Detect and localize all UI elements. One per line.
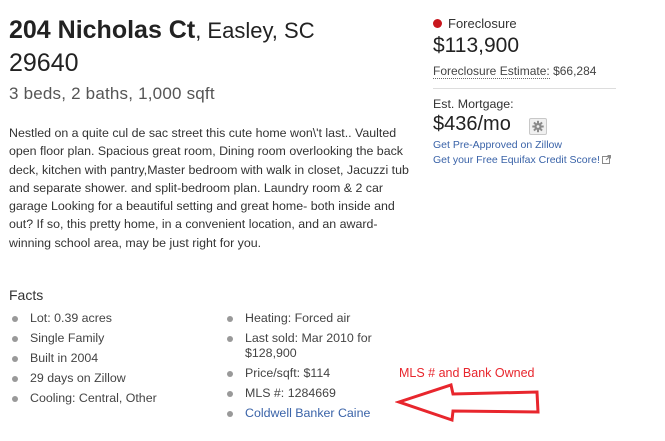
fact-last-sold: Last sold: Mar 2010 for $128,900 [224,331,394,362]
fact-days-on-zillow: 29 days on Zillow [9,371,209,386]
annotation-arrow-icon [395,383,540,423]
preapproved-link[interactable]: Get Pre-Approved on Zillow [433,139,562,151]
status-dot-icon [433,19,442,28]
status-label: Foreclosure [448,16,517,31]
fact-price-sqft: Price/sqft: $114 [224,366,394,381]
credit-score-link[interactable]: Get your Free Equifax Credit Score! [433,154,611,166]
foreclosure-estimate: Foreclosure Estimate: $66,284 [433,64,597,79]
agent-link[interactable]: Coldwell Banker Caine [224,406,394,421]
fact-built: Built in 2004 [9,351,209,366]
facts-list-left: Lot: 0.39 acres Single Family Built in 2… [9,311,209,411]
estimate-value: $66,284 [553,64,597,78]
city-state: , Easley, SC [195,18,315,43]
fact-mls: MLS #: 1284669 [224,386,394,401]
listing-price: $113,900 [433,34,520,57]
fact-cooling: Cooling: Central, Other [9,391,209,406]
listing-description: Nestled on a quite cul de sac street thi… [9,126,409,250]
fact-heating: Heating: Forced air [224,311,394,326]
street-address: 204 Nicholas Ct [9,16,196,44]
mortgage-value: $436/mo [433,113,511,135]
mortgage-label: Est. Mortgage: [433,97,514,111]
facts-heading: Facts [9,287,44,303]
facts-list-right: Heating: Forced air Last sold: Mar 2010 … [224,311,394,426]
credit-score-link-label: Get your Free Equifax Credit Score! [433,154,600,166]
listing-status: Foreclosure [433,16,517,31]
mortgage-settings-button[interactable] [529,118,547,135]
gear-icon [532,120,544,133]
zip-code: 29640 [9,49,79,77]
listing-address: 204 Nicholas Ct, Easley, SC 29640 [9,14,409,79]
fact-type: Single Family [9,331,209,346]
listing-specs: 3 beds, 2 baths, 1,000 sqft [9,84,215,103]
annotation-label: MLS # and Bank Owned [399,366,535,380]
fact-lot: Lot: 0.39 acres [9,311,209,326]
external-link-icon [601,155,611,164]
sidebar-divider [433,88,616,89]
estimate-label[interactable]: Foreclosure Estimate: [433,64,550,79]
